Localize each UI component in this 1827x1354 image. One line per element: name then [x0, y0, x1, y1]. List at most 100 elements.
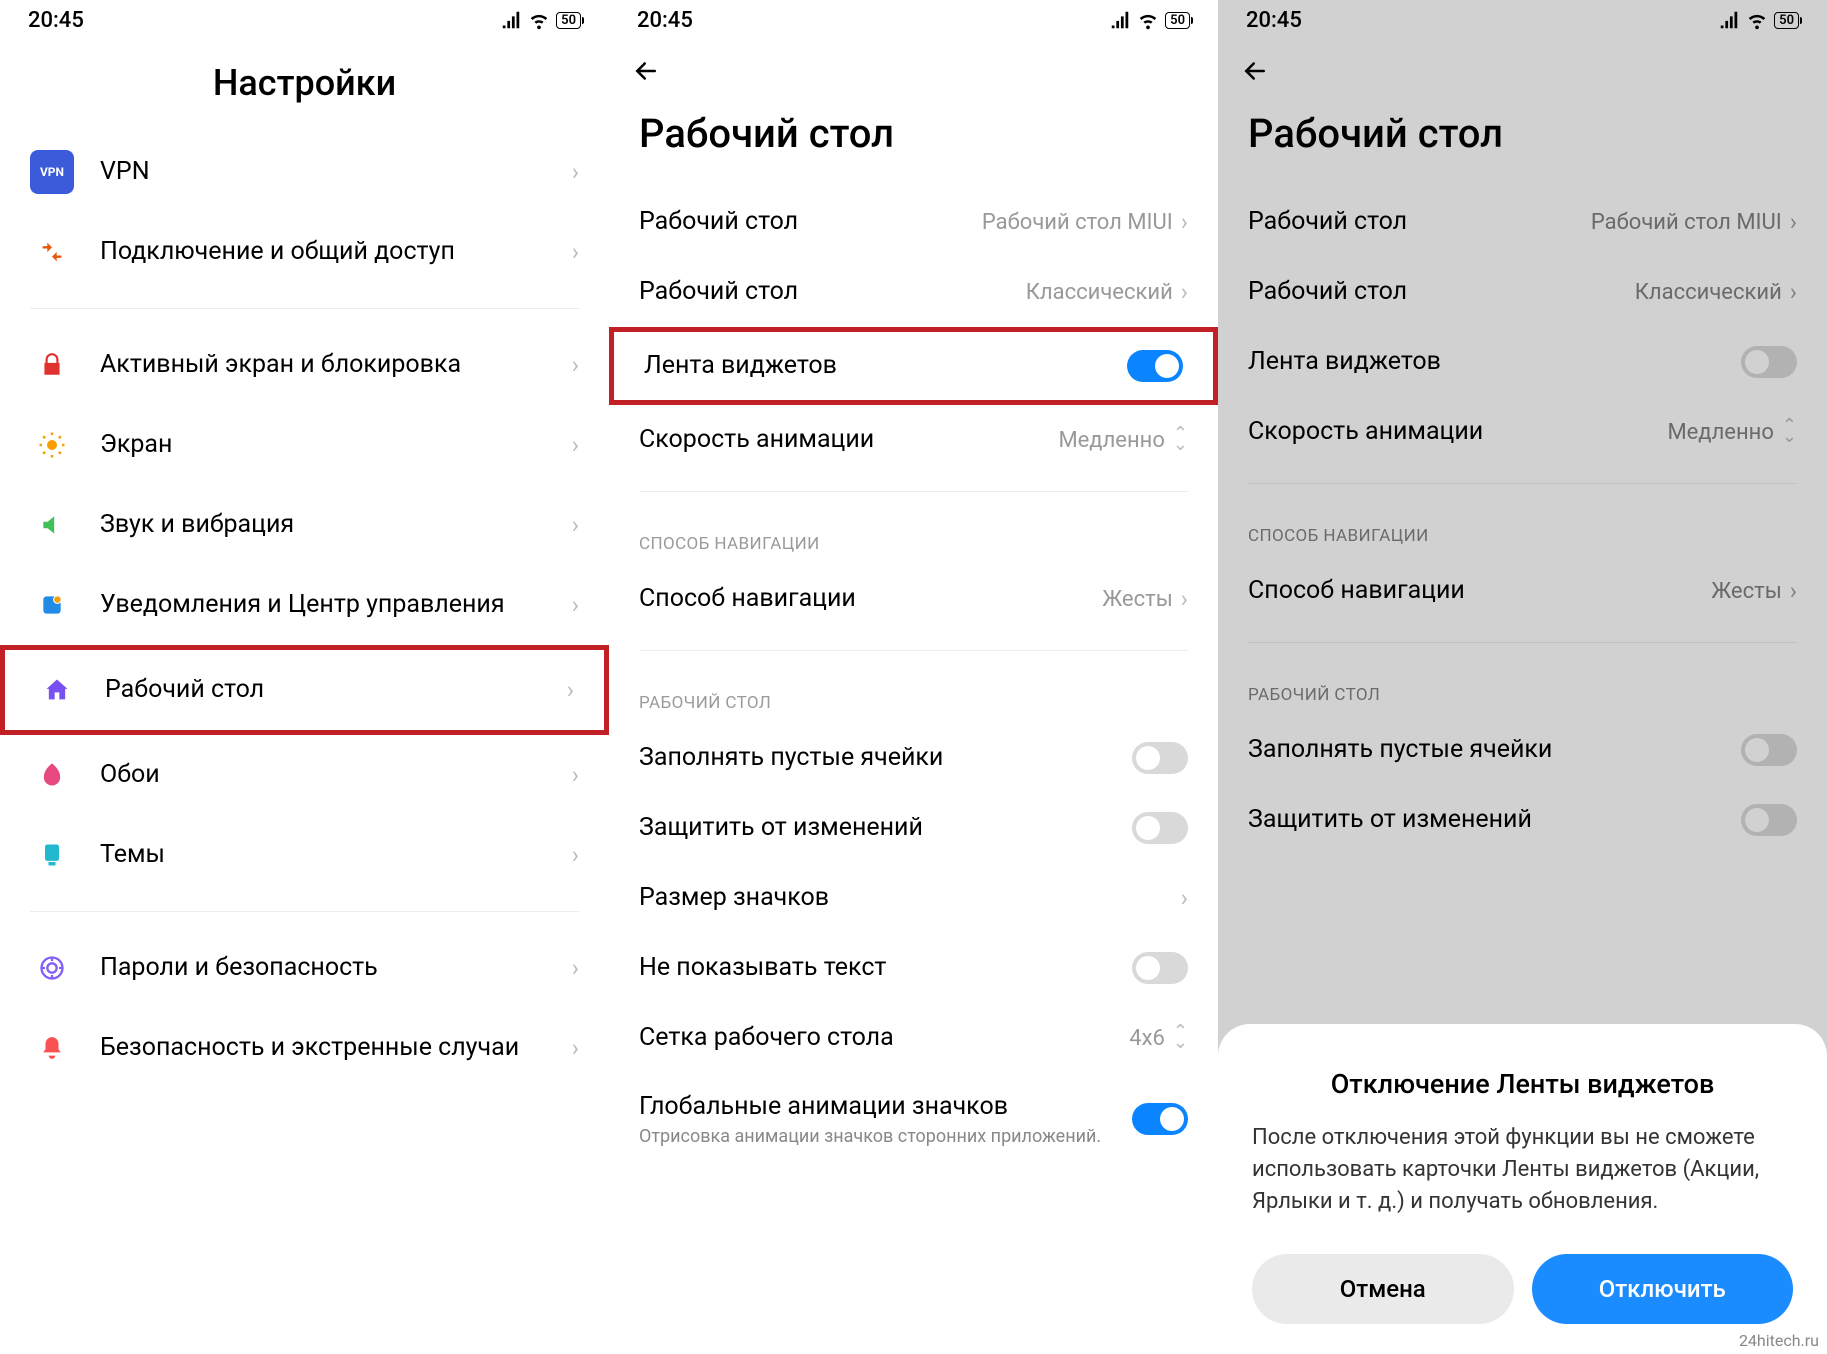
toggle-switch[interactable] — [1741, 804, 1797, 836]
divider — [1248, 642, 1797, 643]
toggle-switch[interactable] — [1132, 1103, 1188, 1135]
status-indicators: 50 — [500, 9, 581, 31]
row-value: Жесты — [1102, 587, 1173, 612]
row-label: Способ навигации — [1248, 575, 1711, 606]
battery-indicator: 50 — [1774, 12, 1799, 29]
chevron-right-icon: › — [572, 591, 579, 619]
sun-icon — [30, 423, 74, 467]
updown-icon: ⌃⌄ — [1173, 1027, 1188, 1049]
settings-row[interactable]: Уведомления и Центр управления› — [0, 565, 609, 645]
status-bar: 20:45 50 — [609, 0, 1218, 40]
theme-icon — [30, 833, 74, 877]
screen-desktop-dialog: 20:45 50 Рабочий стол Рабочий столРабочи… — [1218, 0, 1827, 1354]
cancel-button[interactable]: Отмена — [1252, 1254, 1514, 1324]
row-label: Активный экран и блокировка — [100, 349, 572, 380]
settings-row[interactable]: Рабочий столКлассический› — [1218, 257, 1827, 327]
chevron-right-icon: › — [572, 511, 579, 539]
status-bar: 20:45 50 — [0, 0, 609, 40]
settings-row[interactable]: Лента виджетов — [609, 327, 1218, 405]
back-button[interactable] — [609, 40, 1218, 96]
row-label: Пароли и безопасность — [100, 952, 572, 983]
chevron-right-icon: › — [1181, 278, 1188, 306]
settings-row[interactable]: Рабочий столКлассический› — [609, 257, 1218, 327]
chevron-right-icon: › — [1181, 884, 1188, 912]
lock-icon — [30, 343, 74, 387]
chevron-right-icon: › — [1790, 208, 1797, 236]
chevron-right-icon: › — [572, 761, 579, 789]
settings-row[interactable]: Подключение и общий доступ› — [0, 212, 609, 292]
toggle-switch[interactable] — [1741, 734, 1797, 766]
row-value: Рабочий стол MIUI — [1591, 210, 1782, 235]
settings-row[interactable]: Заполнять пустые ячейки — [1218, 715, 1827, 785]
settings-row[interactable]: Защитить от изменений — [609, 793, 1218, 863]
back-button[interactable] — [1218, 40, 1827, 96]
section-header-desktop: РАБОЧИЙ СТОЛ — [1218, 659, 1827, 715]
signal-icon — [1109, 9, 1131, 31]
toggle-switch[interactable] — [1127, 350, 1183, 382]
toggle-switch[interactable] — [1132, 812, 1188, 844]
settings-row[interactable]: Рабочий стол› — [0, 645, 609, 735]
row-label: Уведомления и Центр управления — [100, 589, 572, 620]
settings-row[interactable]: Рабочий столРабочий стол MIUI› — [1218, 187, 1827, 257]
settings-row[interactable]: Заполнять пустые ячейки — [609, 723, 1218, 793]
row-label: Темы — [100, 839, 572, 870]
chevron-right-icon: › — [572, 431, 579, 459]
toggle-switch[interactable] — [1132, 952, 1188, 984]
settings-row[interactable]: Глобальные анимации значковОтрисовка ани… — [609, 1073, 1218, 1165]
sound-icon — [30, 503, 74, 547]
settings-row[interactable]: Темы› — [0, 815, 609, 895]
screen-settings: 20:45 50 Настройки VPNVPN›Подключение и … — [0, 0, 609, 1354]
settings-row[interactable]: Безопасность и экстренные случаи› — [0, 1008, 609, 1088]
settings-row[interactable]: Не показывать текст — [609, 933, 1218, 1003]
settings-row[interactable]: Скорость анимацииМедленно⌃⌄ — [1218, 397, 1827, 467]
row-label: Лента виджетов — [644, 350, 1127, 381]
disable-widgets-dialog: Отключение Ленты виджетов После отключен… — [1218, 1024, 1827, 1354]
chevron-right-icon: › — [572, 158, 579, 186]
vpn-icon: VPN — [30, 150, 74, 194]
notif-icon — [30, 583, 74, 627]
chevron-right-icon: › — [572, 841, 579, 869]
settings-row[interactable]: Пароли и безопасность› — [0, 928, 609, 1008]
settings-row[interactable]: Рабочий столРабочий стол MIUI› — [609, 187, 1218, 257]
settings-row[interactable]: Сетка рабочего стола4x6⌃⌄ — [609, 1003, 1218, 1073]
wifi-icon — [1746, 9, 1768, 31]
settings-row[interactable]: VPNVPN› — [0, 132, 609, 212]
disable-button[interactable]: Отключить — [1532, 1254, 1794, 1324]
chevron-right-icon: › — [572, 1034, 579, 1062]
divider — [639, 491, 1188, 492]
home-icon — [35, 668, 79, 712]
row-value: 4x6 — [1129, 1026, 1165, 1051]
row-value: Медленно — [1058, 428, 1164, 453]
toggle-switch[interactable] — [1132, 742, 1188, 774]
updown-icon: ⌃⌄ — [1173, 429, 1188, 451]
settings-row[interactable]: Звук и вибрация› — [0, 485, 609, 565]
settings-row[interactable]: Защитить от изменений — [1218, 785, 1827, 855]
settings-row[interactable]: Скорость анимацииМедленно⌃⌄ — [609, 405, 1218, 475]
settings-row[interactable]: Способ навигацииЖесты› — [609, 564, 1218, 634]
chevron-right-icon: › — [572, 238, 579, 266]
updown-icon: ⌃⌄ — [1782, 421, 1797, 443]
row-sublabel: Отрисовка анимации значков сторонних при… — [639, 1126, 1132, 1147]
status-time: 20:45 — [28, 8, 84, 33]
divider — [30, 308, 579, 309]
battery-indicator: 50 — [556, 12, 581, 29]
row-label: Лента виджетов — [1248, 346, 1741, 377]
row-value: Жесты — [1711, 579, 1782, 604]
row-label: VPN — [100, 156, 572, 187]
settings-row[interactable]: Активный экран и блокировка› — [0, 325, 609, 405]
signal-icon — [500, 9, 522, 31]
row-label: Обои — [100, 759, 572, 790]
chevron-right-icon: › — [1790, 577, 1797, 605]
row-value: Классический — [1026, 280, 1173, 305]
settings-row[interactable]: Экран› — [0, 405, 609, 485]
row-value: Медленно — [1667, 420, 1773, 445]
settings-row[interactable]: Обои› — [0, 735, 609, 815]
dialog-body: После отключения этой функции вы не смож… — [1252, 1122, 1793, 1218]
divider — [30, 911, 579, 912]
settings-row[interactable]: Способ навигацииЖесты › — [1218, 556, 1827, 626]
chevron-right-icon: › — [572, 351, 579, 379]
toggle-switch[interactable] — [1741, 346, 1797, 378]
settings-row[interactable]: Лента виджетов — [1218, 327, 1827, 397]
chevron-right-icon: › — [1790, 278, 1797, 306]
settings-row[interactable]: Размер значков› — [609, 863, 1218, 933]
